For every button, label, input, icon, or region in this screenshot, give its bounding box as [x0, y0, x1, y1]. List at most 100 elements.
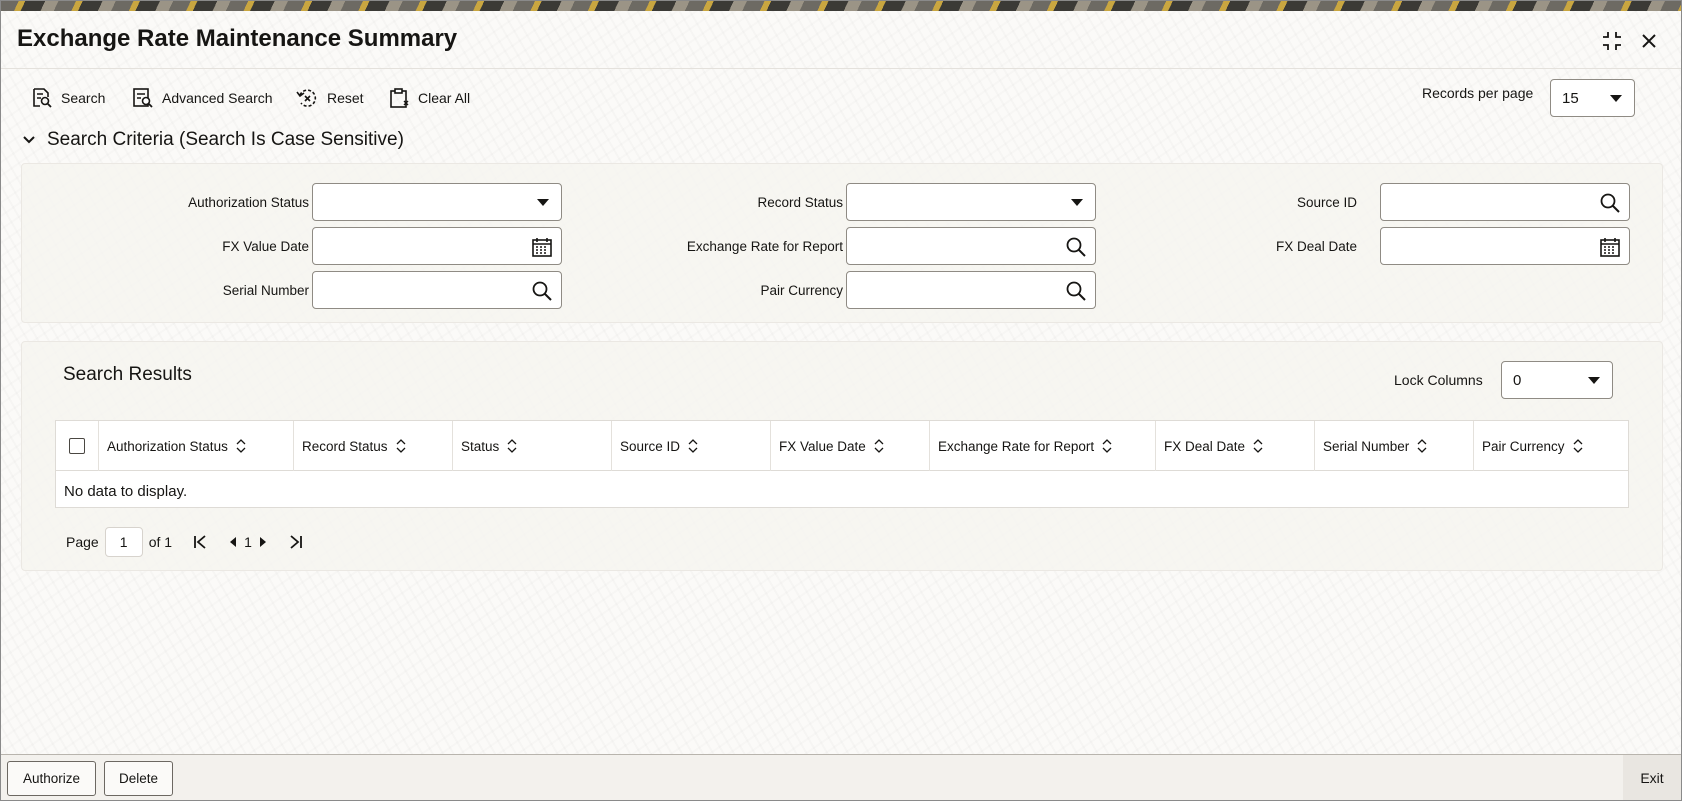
lock-columns-select[interactable]: 0 — [1501, 361, 1613, 399]
page-number-link[interactable]: 1 — [244, 534, 252, 550]
column-header-exchange-rate-for-report[interactable]: Exchange Rate for Report — [930, 421, 1156, 471]
authorization-status-select[interactable] — [312, 183, 562, 221]
chevron-down-icon — [1071, 199, 1083, 206]
column-header-serial-number[interactable]: Serial Number — [1315, 421, 1474, 471]
search-results-heading: Search Results — [63, 364, 192, 385]
exchange-rate-for-report-input[interactable] — [846, 227, 1096, 265]
lock-columns-value: 0 — [1513, 371, 1522, 389]
clipboard-icon — [390, 88, 409, 108]
summary-window: Exchange Rate Maintenance Summary Search — [0, 0, 1682, 801]
sort-icon — [1573, 439, 1582, 453]
page-title: Exchange Rate Maintenance Summary — [17, 25, 458, 52]
clear-all-button-label: Clear All — [418, 90, 471, 106]
authorization-status-label: Authorization Status — [188, 195, 309, 210]
sort-icon — [1102, 439, 1112, 453]
column-header-source-id[interactable]: Source ID — [612, 421, 771, 471]
records-per-page-label: Records per page — [1422, 85, 1534, 101]
chevron-down-icon — [1610, 95, 1622, 102]
last-page-button[interactable] — [288, 534, 304, 550]
page-number-input[interactable]: 1 — [104, 527, 143, 557]
sort-icon — [1253, 439, 1263, 453]
first-page-button[interactable] — [192, 534, 208, 550]
search-icon[interactable] — [1599, 192, 1621, 214]
search-button-label: Search — [61, 90, 106, 106]
column-header-fx-deal-date[interactable]: FX Deal Date — [1156, 421, 1315, 471]
search-icon[interactable] — [1065, 236, 1087, 258]
table-header: Authorization Status Record Status Statu… — [56, 421, 1628, 471]
maximize-button[interactable] — [1598, 27, 1626, 55]
search-criteria-toggle[interactable]: Search Criteria (Search Is Case Sensitiv… — [21, 129, 404, 151]
empty-table-message: No data to display. — [64, 483, 188, 500]
sort-icon — [1417, 439, 1427, 453]
authorize-button[interactable]: Authorize — [7, 761, 96, 796]
reset-icon — [296, 89, 317, 107]
caret-right-icon — [259, 537, 266, 547]
column-header-label: Exchange Rate for Report — [938, 438, 1095, 454]
source-id-label: Source ID — [1296, 195, 1357, 210]
calendar-icon[interactable] — [531, 236, 553, 258]
column-header-pair-currency[interactable]: Pair Currency — [1474, 421, 1628, 471]
decorative-banner-strip — [1, 1, 1681, 11]
clear-all-button[interactable]: Clear All — [388, 83, 470, 113]
column-header-label: Pair Currency — [1482, 438, 1565, 454]
previous-page-button[interactable] — [228, 536, 238, 548]
chevron-down-icon — [1588, 377, 1600, 384]
column-header-authorization-status[interactable]: Authorization Status — [99, 421, 294, 471]
select-all-checkbox[interactable] — [69, 438, 85, 454]
page-count-label: of 1 — [148, 534, 173, 550]
source-id-input[interactable] — [1380, 183, 1630, 221]
fx-deal-date-input[interactable] — [1380, 227, 1630, 265]
search-icon[interactable] — [531, 280, 553, 302]
search-criteria-panel: Authorization Status Record Status Sourc… — [21, 163, 1663, 323]
lock-columns-label: Lock Columns — [1394, 372, 1483, 388]
reset-button[interactable]: Reset — [295, 83, 364, 113]
footer-bar: Authorize Delete Exit — [1, 754, 1681, 800]
column-header-label: Authorization Status — [107, 438, 228, 454]
search-results-panel: Search Results Lock Columns 0 Authorizat… — [21, 341, 1663, 571]
pair-currency-input[interactable] — [846, 271, 1096, 309]
select-all-column — [56, 421, 99, 471]
column-header-label: FX Deal Date — [1164, 438, 1246, 454]
serial-number-input[interactable] — [312, 271, 562, 309]
record-status-select[interactable] — [846, 183, 1096, 221]
close-button[interactable] — [1635, 27, 1663, 55]
chevron-down-icon — [23, 136, 35, 144]
fx-value-date-label: FX Value Date — [222, 239, 309, 254]
search-icon[interactable] — [1065, 280, 1087, 302]
advanced-search-button-label: Advanced Search — [162, 90, 273, 106]
last-page-icon — [290, 535, 302, 549]
chevron-down-icon — [537, 199, 549, 206]
toolbar: Search Advanced Search Reset Clear All R… — [1, 77, 1681, 119]
sort-icon — [396, 439, 406, 453]
results-table: Authorization Status Record Status Statu… — [55, 420, 1629, 508]
column-header-fx-value-date[interactable]: FX Value Date — [771, 421, 930, 471]
column-header-status[interactable]: Status — [453, 421, 612, 471]
reset-button-label: Reset — [327, 90, 364, 106]
search-button[interactable]: Search — [31, 83, 105, 113]
caret-left-icon — [230, 537, 237, 547]
advanced-search-icon — [133, 88, 153, 108]
exchange-rate-for-report-label: Exchange Rate for Report — [686, 239, 843, 254]
column-header-label: FX Value Date — [779, 438, 866, 454]
column-header-label: Source ID — [620, 438, 681, 454]
advanced-search-button[interactable]: Advanced Search — [132, 83, 273, 113]
delete-button[interactable]: Delete — [104, 761, 173, 796]
page-label: Page — [66, 534, 99, 550]
close-icon — [1642, 34, 1656, 48]
fx-value-date-input[interactable] — [312, 227, 562, 265]
sort-icon — [874, 439, 884, 453]
next-page-button[interactable] — [258, 536, 268, 548]
current-page-value: 1 — [119, 534, 128, 550]
search-doc-icon — [33, 88, 52, 108]
column-header-record-status[interactable]: Record Status — [294, 421, 453, 471]
exit-button[interactable]: Exit — [1623, 755, 1681, 800]
calendar-icon[interactable] — [1599, 236, 1621, 258]
title-bar: Exchange Rate Maintenance Summary — [1, 11, 1681, 69]
records-per-page-select[interactable]: 15 — [1550, 79, 1635, 117]
sort-icon — [507, 439, 517, 453]
record-status-label: Record Status — [757, 195, 843, 210]
search-criteria-heading: Search Criteria (Search Is Case Sensitiv… — [47, 129, 404, 150]
pagination: Page 1 of 1 1 — [66, 527, 304, 557]
serial-number-label: Serial Number — [222, 283, 309, 298]
pair-currency-label: Pair Currency — [760, 283, 843, 298]
